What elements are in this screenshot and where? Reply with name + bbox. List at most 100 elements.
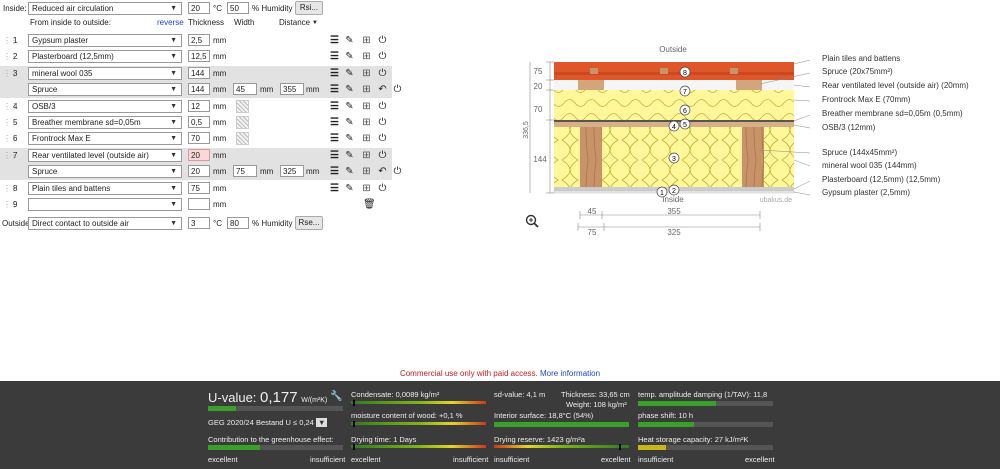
zoom-in-icon[interactable] bbox=[525, 214, 539, 228]
rse-button[interactable]: Rse... bbox=[295, 216, 323, 230]
add-layer-icon[interactable]: ⊞ bbox=[361, 150, 372, 161]
edit-pencil-icon[interactable]: ✎ bbox=[344, 133, 355, 144]
power-icon[interactable]: ⏻ bbox=[377, 68, 388, 79]
power-icon[interactable]: ⏻ bbox=[377, 183, 388, 194]
menu-icon[interactable]: ☰ bbox=[329, 117, 340, 128]
edit-pencil-icon[interactable]: ✎ bbox=[344, 68, 355, 79]
power-icon[interactable]: ⏻ bbox=[377, 51, 388, 62]
layer-material-select[interactable]: Plasterboard (12,5mm) ▼ bbox=[28, 50, 182, 63]
undo-icon[interactable]: ↶ bbox=[377, 166, 388, 177]
layer-material-select[interactable]: Frontrock Max E ▼ bbox=[28, 132, 182, 145]
power-icon[interactable]: ⏻ bbox=[377, 133, 388, 144]
add-layer-icon[interactable]: ⊞ bbox=[361, 51, 372, 62]
layer-thickness-input[interactable]: 12 bbox=[188, 100, 210, 112]
power-icon[interactable]: ⏻ bbox=[377, 150, 388, 161]
add-layer-icon[interactable]: ⊞ bbox=[361, 117, 372, 128]
rsi-button[interactable]: Rsi... bbox=[295, 1, 323, 15]
chevron-down-icon: ▼ bbox=[170, 37, 177, 44]
power-icon[interactable]: ⏻ bbox=[377, 117, 388, 128]
legend-item: Rear ventilated level (outside air) (20m… bbox=[822, 81, 969, 90]
add-layer-icon[interactable]: ⊞ bbox=[361, 101, 372, 112]
layer-thickness-input[interactable]: 20 bbox=[188, 165, 210, 177]
menu-icon[interactable]: ☰ bbox=[329, 101, 340, 112]
menu-icon[interactable]: ☰ bbox=[329, 35, 340, 46]
layer-material-select[interactable]: Rear ventilated level (outside air) ▼ bbox=[28, 149, 182, 162]
add-layer-icon[interactable]: ⊞ bbox=[361, 166, 372, 177]
layer-material-select[interactable]: mineral wool 035 ▼ bbox=[28, 67, 182, 80]
layer-width-input[interactable]: 75 bbox=[233, 165, 257, 177]
layer-material-select[interactable]: OSB/3 ▼ bbox=[28, 100, 182, 113]
trash-icon[interactable]: 🗑 bbox=[363, 199, 376, 210]
width-header: Width bbox=[234, 18, 255, 27]
chevron-down-icon: ▼ bbox=[170, 185, 177, 192]
edit-pencil-icon[interactable]: ✎ bbox=[344, 183, 355, 194]
outside-climate-select[interactable]: Direct contact to outside air ▼ bbox=[28, 217, 182, 230]
thickness-unit: mm bbox=[213, 184, 227, 193]
thickness-total: Thickness: 33,65 cm bbox=[561, 390, 630, 399]
thickness-unit: mm bbox=[213, 52, 227, 61]
layer-width-input[interactable]: 45 bbox=[233, 83, 257, 95]
edit-pencil-icon[interactable]: ✎ bbox=[344, 51, 355, 62]
layer-thickness-input[interactable]: 2,5 bbox=[188, 34, 210, 46]
add-layer-icon[interactable]: ⊞ bbox=[361, 68, 372, 79]
texture-add-icon[interactable] bbox=[236, 100, 249, 113]
reverse-link[interactable]: reverse bbox=[157, 18, 184, 28]
dim-bottom: 75 bbox=[588, 228, 597, 237]
edit-pencil-icon[interactable]: ✎ bbox=[344, 101, 355, 112]
layer-thickness-input[interactable]: 12,5 bbox=[188, 50, 210, 62]
more-info-link[interactable]: More information bbox=[540, 369, 600, 378]
diagram-outside-label: Outside bbox=[659, 45, 687, 54]
rafter bbox=[742, 127, 764, 187]
power-icon[interactable]: ⏻ bbox=[377, 101, 388, 112]
layer-thickness-input[interactable]: 70 bbox=[188, 132, 210, 144]
distance-header[interactable]: Distance bbox=[279, 18, 310, 28]
outside-humidity-input[interactable]: 80 bbox=[227, 217, 249, 229]
outside-temp-input[interactable]: 3 bbox=[188, 217, 210, 229]
power-icon[interactable]: ⏻ bbox=[392, 166, 403, 177]
inside-temp-input[interactable]: 20 bbox=[188, 2, 210, 14]
menu-icon[interactable]: ☰ bbox=[329, 183, 340, 194]
layer-thickness-input[interactable] bbox=[188, 198, 210, 210]
texture-add-icon[interactable] bbox=[236, 116, 249, 129]
edit-pencil-icon[interactable]: ✎ bbox=[344, 117, 355, 128]
menu-icon[interactable]: ☰ bbox=[329, 68, 340, 79]
layer-material-select[interactable]: Plain tiles and battens ▼ bbox=[28, 182, 182, 195]
menu-icon[interactable]: ☰ bbox=[329, 84, 340, 95]
menu-icon[interactable]: ☰ bbox=[329, 166, 340, 177]
batten bbox=[590, 68, 598, 74]
layer-material-select[interactable]: Gypsum plaster ▼ bbox=[28, 34, 182, 47]
layer-distance-input[interactable]: 355 bbox=[280, 83, 304, 95]
menu-icon[interactable]: ☰ bbox=[329, 133, 340, 144]
layer-material-select[interactable]: Breather membrane sd=0,05m ▼ bbox=[28, 116, 182, 129]
wrench-icon[interactable]: 🔧 bbox=[330, 391, 342, 402]
texture-add-icon[interactable] bbox=[236, 132, 249, 145]
add-layer-icon[interactable]: ⊞ bbox=[361, 84, 372, 95]
outside-temp-unit: °C bbox=[213, 219, 222, 228]
layer-thickness-input[interactable]: 75 bbox=[188, 182, 210, 194]
layer-material-select[interactable]: ▼ bbox=[28, 198, 182, 211]
layer-thickness-input[interactable]: 144 bbox=[188, 67, 210, 79]
add-layer-icon[interactable]: ⊞ bbox=[361, 35, 372, 46]
inside-climate-select[interactable]: Reduced air circulation ▼ bbox=[28, 2, 182, 15]
layer-thickness-input[interactable]: 0,5 bbox=[188, 116, 210, 128]
layer-distance-input[interactable]: 325 bbox=[280, 165, 304, 177]
menu-icon[interactable]: ☰ bbox=[329, 51, 340, 62]
layer-material-select[interactable]: Spruce ▼ bbox=[28, 83, 182, 96]
geg-dropdown-icon[interactable]: ▼ bbox=[315, 418, 328, 427]
edit-pencil-icon[interactable]: ✎ bbox=[344, 84, 355, 95]
power-icon[interactable]: ⏻ bbox=[377, 35, 388, 46]
marker: 7 bbox=[683, 89, 687, 96]
edit-pencil-icon[interactable]: ✎ bbox=[344, 150, 355, 161]
menu-icon[interactable]: ☰ bbox=[329, 150, 340, 161]
layer-thickness-input[interactable]: 144 bbox=[188, 83, 210, 95]
add-layer-icon[interactable]: ⊞ bbox=[361, 183, 372, 194]
add-layer-icon[interactable]: ⊞ bbox=[361, 133, 372, 144]
edit-pencil-icon[interactable]: ✎ bbox=[344, 35, 355, 46]
undo-icon[interactable]: ↶ bbox=[377, 84, 388, 95]
layer-thickness-input[interactable]: 20 bbox=[188, 149, 210, 161]
interior-surface: Interior surface: 18,8°C (54%) bbox=[494, 411, 594, 420]
layer-material-select[interactable]: Spruce ▼ bbox=[28, 165, 182, 178]
inside-humidity-input[interactable]: 50 bbox=[227, 2, 249, 14]
edit-pencil-icon[interactable]: ✎ bbox=[344, 166, 355, 177]
power-icon[interactable]: ⏻ bbox=[392, 84, 403, 95]
